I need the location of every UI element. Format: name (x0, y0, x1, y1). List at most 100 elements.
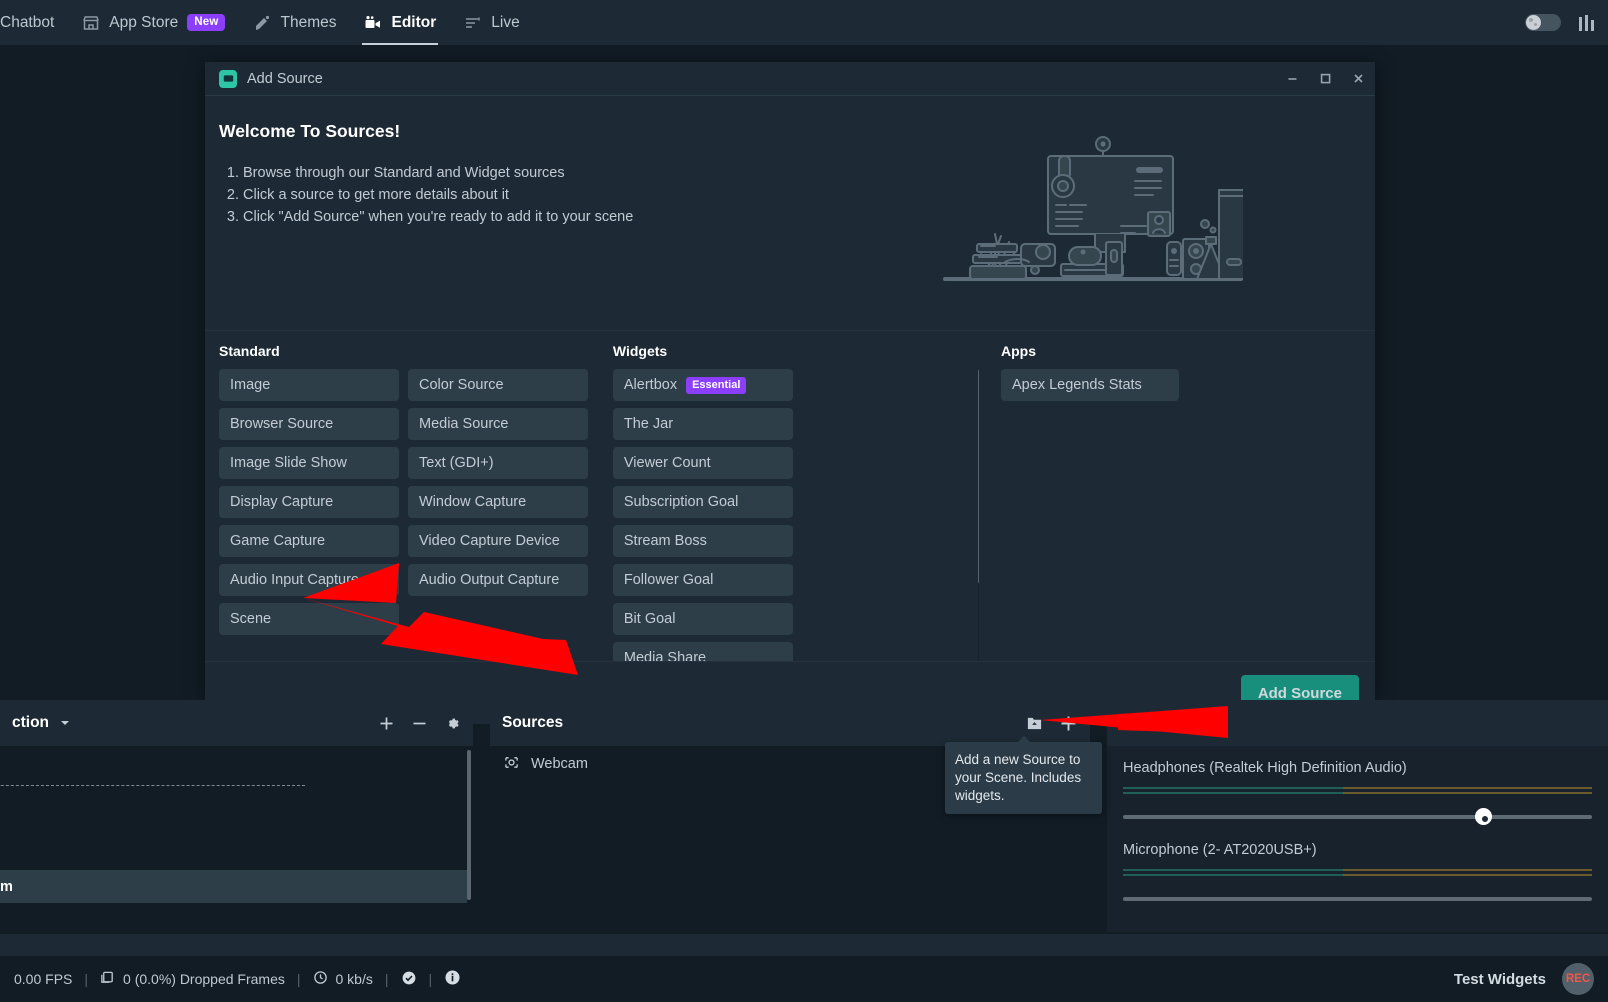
store-icon (82, 14, 100, 32)
record-button[interactable]: REC (1562, 963, 1594, 995)
nav-item-chatbot[interactable]: Chatbot (0, 0, 68, 45)
test-widgets-button[interactable]: Test Widgets (1454, 971, 1546, 988)
app-root: Chatbot App Store New Themes Editor Live… (0, 0, 1608, 1002)
widget-tile-viewer-count[interactable]: Viewer Count (612, 447, 793, 479)
widget-tile-media-share[interactable]: Media Share (612, 642, 793, 661)
widget-tile-alertbox[interactable]: Alertbox Essential (612, 369, 793, 401)
close-icon[interactable] (1342, 62, 1375, 96)
source-tile-image-slide-show[interactable]: Image Slide Show (219, 447, 399, 479)
add-folder-icon[interactable] (1026, 715, 1043, 732)
sources-dock: Sources Webcam (490, 700, 1090, 932)
tile-label: Game Capture (230, 533, 326, 549)
mixer-dock: Headphones (Realtek High Definition Audi… (1107, 700, 1608, 932)
cloud-check-icon[interactable] (401, 970, 417, 989)
minus-icon[interactable] (411, 715, 428, 732)
add-source-modal: Add Source Welcome To Sources! Browse th… (205, 62, 1375, 724)
scene-label: m (0, 878, 13, 895)
plus-icon[interactable] (378, 715, 395, 732)
status-separator: | (384, 971, 389, 987)
widget-tile-the-jar[interactable]: The Jar (612, 408, 793, 440)
scenes-dock-title: ction (12, 714, 50, 731)
apps-column: Apps Apex Legends Stats (1001, 343, 1375, 661)
sources-dock-actions (1026, 714, 1078, 733)
source-tile-media-source[interactable]: Media Source (408, 408, 588, 440)
tile-label: Media Share (623, 650, 707, 661)
tooltip-text: Add a new Source to your Scene. Includes… (955, 752, 1082, 803)
nav-item-editor[interactable]: Editor (350, 0, 450, 45)
tile-label: Window Capture (419, 494, 527, 510)
tile-label: Subscription Goal (623, 494, 739, 510)
volume-slider[interactable] (1123, 806, 1592, 828)
gear-icon[interactable] (444, 715, 461, 732)
apps-column-title: Apps (1001, 343, 1037, 359)
modal-title-bar: Add Source (205, 62, 1375, 96)
nav-item-app-store[interactable]: App Store New (68, 0, 239, 45)
columns-icon[interactable] (1579, 14, 1594, 31)
source-tile-audio-input-capture[interactable]: Audio Input Capture (219, 564, 399, 596)
nav-item-themes[interactable]: Themes (239, 0, 350, 45)
dropped-frames-status: 0 (0.0%) Dropped Frames (100, 970, 285, 988)
volume-knob[interactable] (1474, 808, 1492, 825)
streamlabs-icon (219, 69, 237, 88)
dropped-frames-label: 0 (0.0%) Dropped Frames (123, 971, 285, 987)
cloud-status (401, 970, 417, 989)
app-tile-apex-legends-stats[interactable]: Apex Legends Stats (1001, 369, 1180, 401)
status-separator: | (84, 971, 89, 987)
window-controls (1276, 62, 1375, 96)
info-icon[interactable] (444, 969, 461, 989)
top-nav-right-group (1525, 14, 1608, 31)
widget-tile-bit-goal[interactable]: Bit Goal (612, 603, 793, 635)
tile-label: Stream Boss (623, 533, 707, 549)
source-tile-window-capture[interactable]: Window Capture (408, 486, 588, 518)
audio-meter (1123, 869, 1592, 880)
source-columns: Standard Image Color Source Browser Sour… (205, 331, 1375, 661)
mixer-item-microphone: Microphone (2- AT2020USB+) (1107, 828, 1608, 910)
scenes-scrollbar[interactable] (467, 750, 471, 900)
widgets-scrollbar-thumb[interactable] (978, 369, 980, 584)
sources-dock-title: Sources (502, 714, 564, 731)
volume-track[interactable] (1123, 815, 1592, 819)
widgets-scroll-area[interactable]: Alertbox Essential The Jar Viewer Count … (612, 369, 980, 661)
nav-item-label: App Store (109, 13, 179, 31)
source-tile-scene[interactable]: Scene (219, 603, 399, 635)
tile-label: Color Source (419, 377, 504, 393)
modal-body: Welcome To Sources! Browse through our S… (205, 96, 1375, 724)
maximize-icon[interactable] (1309, 62, 1342, 96)
source-tile-browser-source[interactable]: Browser Source (219, 408, 399, 440)
source-tile-game-capture[interactable]: Game Capture (219, 525, 399, 557)
source-tile-image[interactable]: Image (219, 369, 399, 401)
tile-label: Text (GDI+) (419, 455, 494, 471)
source-tile-color-source[interactable]: Color Source (408, 369, 588, 401)
widgets-scrollbar[interactable] (978, 369, 980, 661)
add-source-tooltip: Add a new Source to your Scene. Includes… (945, 736, 1102, 814)
tile-label: Image Slide Show (230, 455, 347, 471)
source-tile-video-capture-device[interactable]: Video Capture Device (408, 525, 588, 557)
tile-label: Alertbox (623, 377, 678, 393)
volume-track[interactable] (1123, 897, 1592, 901)
scenes-dock-actions (378, 715, 461, 732)
widget-tile-follower-goal[interactable]: Follower Goal (612, 564, 793, 596)
scenes-dock-header: ction (0, 700, 473, 746)
scene-drag-divider (0, 785, 305, 786)
scene-list-item-selected[interactable]: m (0, 870, 467, 903)
nav-item-live[interactable]: Live (450, 0, 533, 45)
nav-item-label: Chatbot (0, 13, 55, 31)
source-tile-audio-output-capture[interactable]: Audio Output Capture (408, 564, 588, 596)
plus-icon[interactable] (1059, 714, 1078, 733)
source-tile-text-gdi[interactable]: Text (GDI+) (408, 447, 588, 479)
chevron-down-icon[interactable] (59, 717, 71, 729)
moon-icon (1526, 15, 1541, 30)
widget-tile-subscription-goal[interactable]: Subscription Goal (612, 486, 793, 518)
volume-slider[interactable] (1123, 888, 1592, 910)
fps-status: 0.00 FPS (14, 971, 72, 987)
widget-tile-stream-boss[interactable]: Stream Boss (612, 525, 793, 557)
nav-item-label: Live (491, 13, 520, 31)
status-separator: | (428, 971, 433, 987)
standard-tile-grid: Image Color Source Browser Source Media … (219, 369, 600, 635)
minimize-icon[interactable] (1276, 62, 1309, 96)
source-tile-display-capture[interactable]: Display Capture (219, 486, 399, 518)
essential-badge: Essential (686, 376, 747, 394)
moon-toggle[interactable] (1525, 14, 1561, 31)
fps-label: 0.00 FPS (14, 971, 73, 987)
scenes-list[interactable]: m (0, 746, 473, 932)
